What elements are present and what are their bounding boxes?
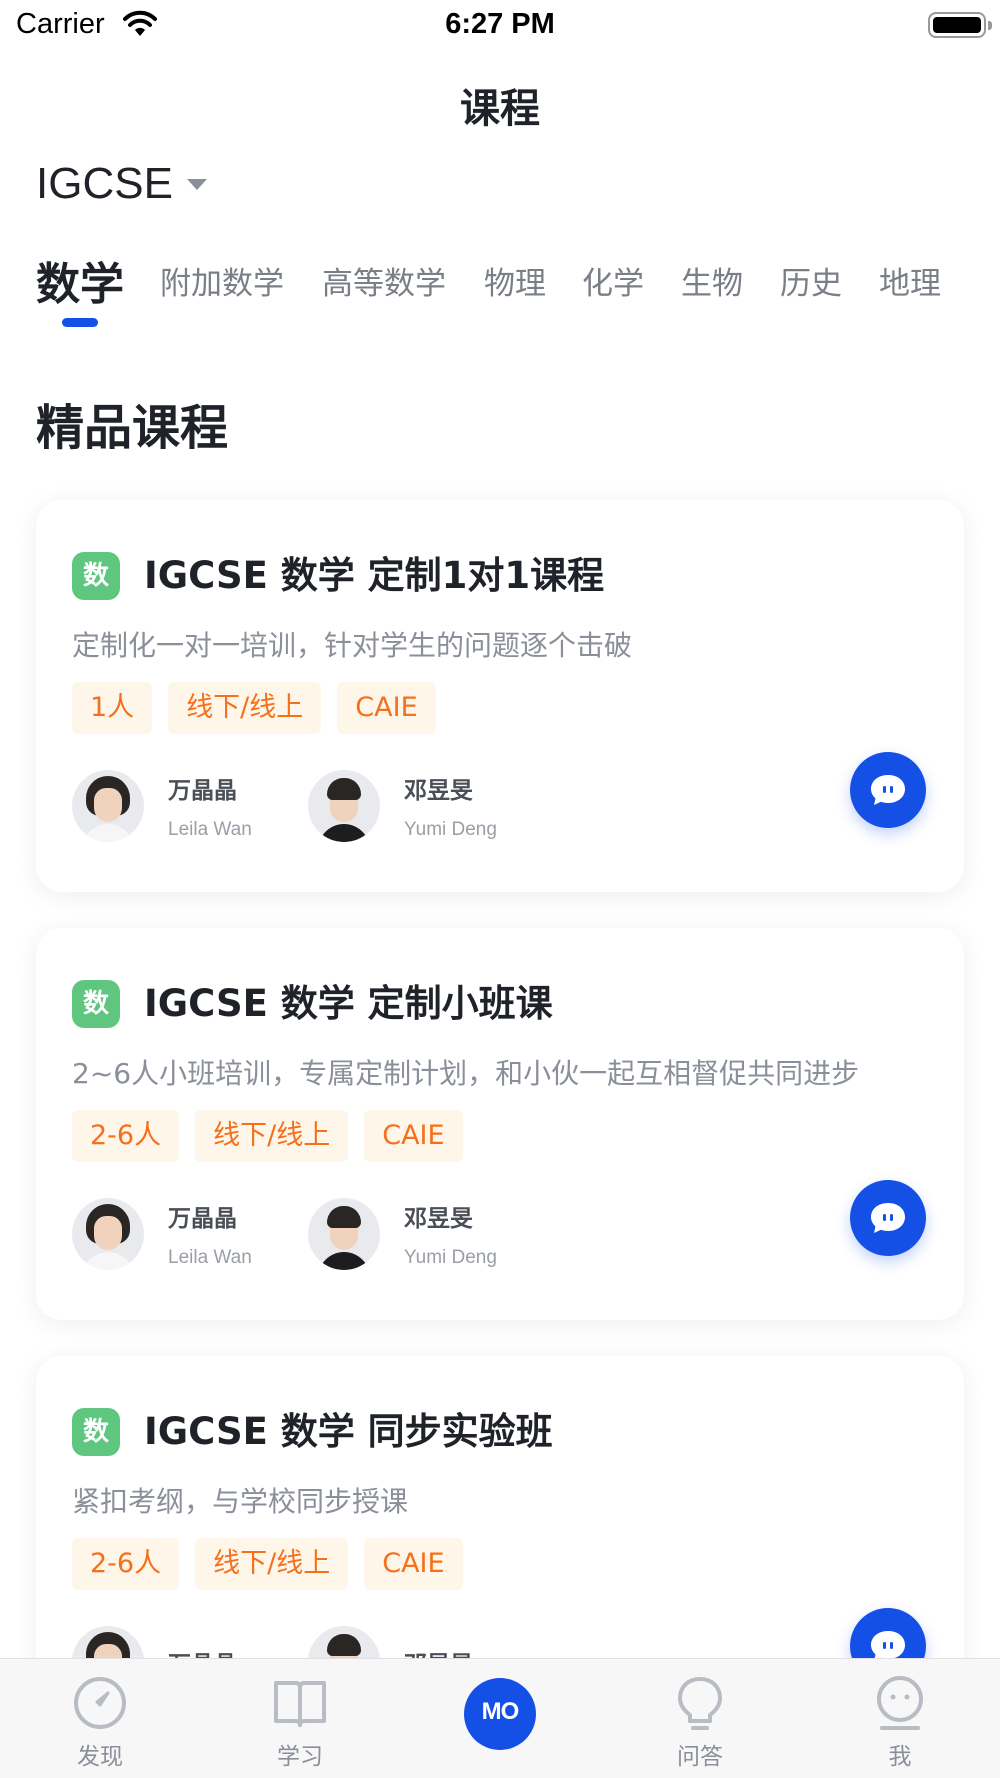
chat-button[interactable] <box>850 752 926 828</box>
course-description: 定制化一对一培训，针对学生的问题逐个击破 <box>72 629 633 662</box>
tabbar-label: 发现 <box>77 1744 123 1770</box>
compass-icon <box>74 1677 126 1729</box>
tab-biology[interactable]: 生物 <box>681 258 743 303</box>
tabbar-home-logo-button[interactable]: MO <box>464 1678 536 1750</box>
face-icon <box>877 1676 923 1730</box>
tabbar-label: 问答 <box>677 1744 723 1770</box>
tab-physics[interactable]: 物理 <box>484 258 546 303</box>
caret-down-icon <box>186 178 207 190</box>
teacher-name: 邓昱旻 <box>404 778 473 804</box>
teacher-name: 万晶晶 <box>168 778 237 804</box>
avatar <box>72 1198 144 1270</box>
course-title: IGCSE 数学 同步实验班 <box>144 1410 553 1453</box>
avatar <box>308 770 380 842</box>
chat-bubble-icon <box>871 775 905 805</box>
teacher-item[interactable]: 万晶晶 Leila Wan <box>72 1198 252 1270</box>
tab-math[interactable]: 数学 <box>36 248 124 312</box>
teacher-english-name: Yumi Deng <box>404 819 497 840</box>
tab-geography[interactable]: 地理 <box>879 258 941 303</box>
tabbar-item-study[interactable]: 学习 <box>240 1659 360 1778</box>
tag-class-size: 2-6人 <box>72 1110 180 1162</box>
teacher-item[interactable]: 邓昱旻 Yumi Deng <box>308 770 497 842</box>
app-logo: MO <box>481 1698 520 1725</box>
chat-button[interactable] <box>850 1180 926 1256</box>
subject-tabs: 数学 附加数学 高等数学 物理 化学 生物 历史 地理 <box>36 248 1000 328</box>
tag-mode: 线下/线上 <box>195 1110 349 1162</box>
tag-board: CAIE <box>364 1110 463 1162</box>
tag-board: CAIE <box>364 1538 463 1590</box>
tag-board: CAIE <box>337 682 436 734</box>
course-description: 2~6人小班培训，专属定制计划，和小伙一起互相督促共同进步 <box>72 1057 860 1090</box>
course-title: IGCSE 数学 定制小班课 <box>144 982 553 1025</box>
avatar <box>72 770 144 842</box>
tag-class-size: 1人 <box>72 682 153 734</box>
tag-class-size: 2-6人 <box>72 1538 180 1590</box>
teacher-item[interactable]: 万晶晶 Leila Wan <box>72 770 252 842</box>
book-icon <box>274 1681 326 1727</box>
course-card[interactable]: 数 IGCSE 数学 定制1对1课程 定制化一对一培训，针对学生的问题逐个击破 … <box>36 500 964 892</box>
tag-mode: 线下/线上 <box>168 682 322 734</box>
active-tab-indicator <box>62 318 98 327</box>
subject-badge: 数 <box>72 552 120 600</box>
tabbar-label: 我 <box>888 1744 912 1770</box>
status-bar: Carrier 6:27 PM <box>0 0 1000 52</box>
tabbar-label: 学习 <box>277 1744 323 1770</box>
teacher-item[interactable]: 邓昱旻 Yumi Deng <box>308 1198 497 1270</box>
teacher-english-name: Leila Wan <box>168 819 252 840</box>
page-title: 课程 <box>460 86 540 132</box>
course-description: 紧扣考纲，与学校同步授课 <box>72 1485 409 1518</box>
exam-selector-value: IGCSE <box>36 159 173 208</box>
teacher-name: 万晶晶 <box>168 1206 237 1232</box>
avatar <box>308 1198 380 1270</box>
chat-bubble-icon <box>871 1203 905 1233</box>
subject-badge: 数 <box>72 980 120 1028</box>
course-tags: 2-6人 线下/线上 CAIE <box>72 1110 463 1162</box>
subject-badge: 数 <box>72 1408 120 1456</box>
tabbar-item-qa[interactable]: 问答 <box>640 1659 760 1778</box>
lightbulb-icon <box>678 1677 722 1730</box>
tab-history[interactable]: 历史 <box>780 258 842 303</box>
section-title: 精品课程 <box>36 400 229 456</box>
course-title: IGCSE 数学 定制1对1课程 <box>144 554 605 597</box>
tabbar-item-discover[interactable]: 发现 <box>40 1659 160 1778</box>
clock: 6:27 PM <box>445 8 555 40</box>
course-tags: 2-6人 线下/线上 CAIE <box>72 1538 463 1590</box>
tabbar-item-me[interactable]: 我 <box>840 1659 960 1778</box>
battery-icon <box>928 12 992 38</box>
teacher-english-name: Leila Wan <box>168 1247 252 1268</box>
exam-selector[interactable]: IGCSE <box>36 156 207 212</box>
tab-further-math[interactable]: 高等数学 <box>322 258 446 303</box>
tab-chemistry[interactable]: 化学 <box>582 258 644 303</box>
tab-additional-math[interactable]: 附加数学 <box>160 258 284 303</box>
tag-mode: 线下/线上 <box>195 1538 349 1590</box>
teacher-english-name: Yumi Deng <box>404 1247 497 1268</box>
course-tags: 1人 线下/线上 CAIE <box>72 682 436 734</box>
teacher-name: 邓昱旻 <box>404 1206 473 1232</box>
course-card[interactable]: 数 IGCSE 数学 定制小班课 2~6人小班培训，专属定制计划，和小伙一起互相… <box>36 928 964 1320</box>
